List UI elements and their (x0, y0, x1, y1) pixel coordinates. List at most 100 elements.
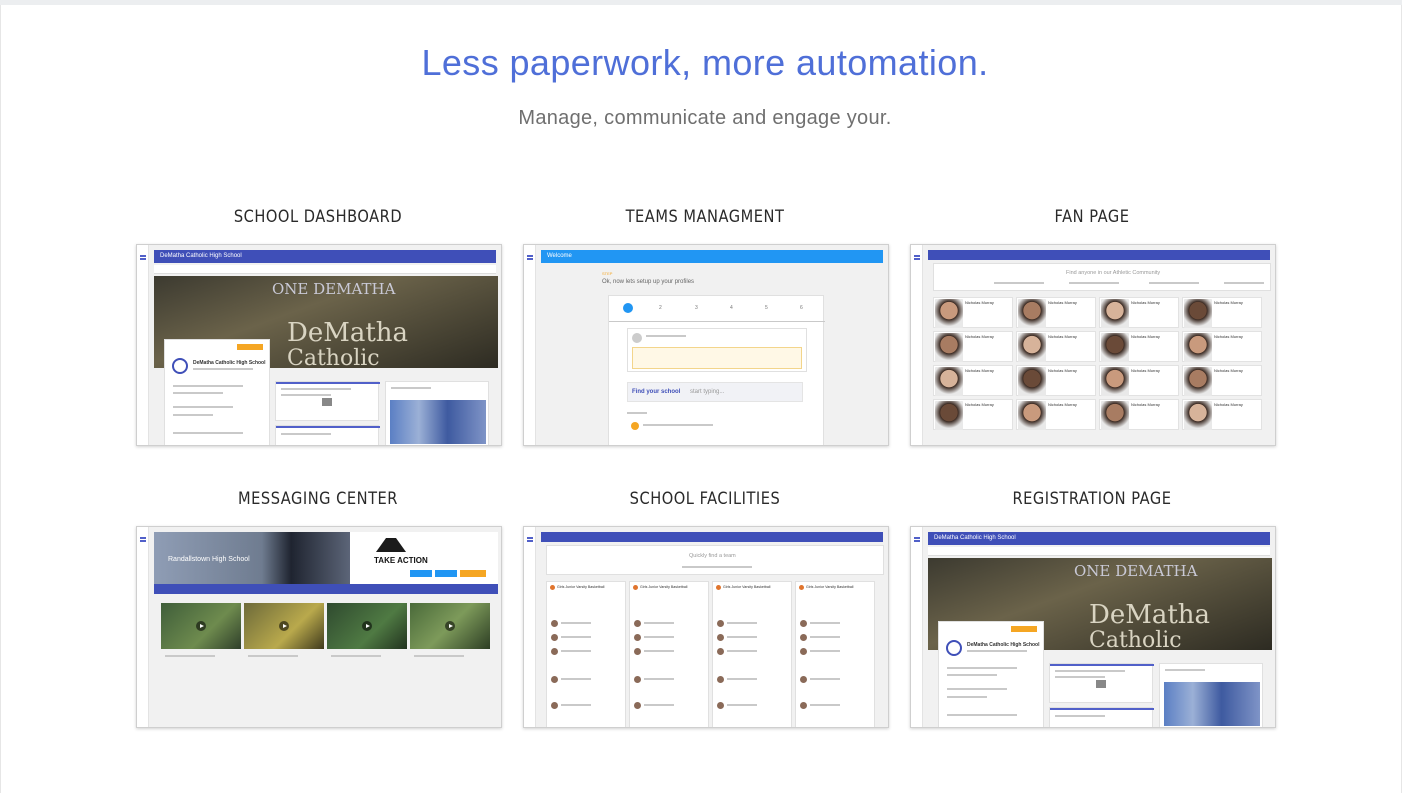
video-thumbnail-3[interactable] (327, 603, 407, 649)
side-rail (137, 245, 149, 445)
fan-search-panel: Find anyone in our Athletic Community (933, 263, 1271, 291)
team-card[interactable]: Girls Junior Varsity Basketball (712, 581, 792, 727)
fan-profile-tile[interactable]: Nicholas Murray (1099, 297, 1179, 328)
school-dashboard-screenshot[interactable]: DeMatha Catholic High School ONE DEMATHA… (136, 244, 502, 446)
fan-avatar (1018, 299, 1046, 328)
app-bar: Welcome (541, 250, 883, 263)
fan-directory-grid: Nicholas Murray Nicholas Murray Nicholas M… (933, 297, 1273, 445)
fan-profile-tile[interactable]: Nicholas Murray (1182, 297, 1262, 328)
fan-profile-tile[interactable]: Nicholas Murray (1182, 331, 1262, 362)
team-card[interactable]: Girls Junior Varsity Basketball (629, 581, 709, 727)
team-name: Girls Junior Varsity Basketball (723, 585, 771, 589)
fan-profile-tile[interactable]: Nicholas Murray (933, 331, 1013, 362)
team-logo-icon (550, 585, 555, 590)
fan-profile-tile[interactable]: Nicholas Murray (1182, 399, 1262, 430)
sign-text-sub: Catholic (1089, 628, 1182, 653)
fan-profile-tile[interactable]: Nicholas Murray (1016, 297, 1096, 328)
card-title-registration-page: REGISTRATION PAGE (1012, 489, 1172, 509)
card-title-school-facilities: SCHOOL FACILITIES (629, 489, 781, 509)
video-thumbnail-1[interactable] (161, 603, 241, 649)
fan-name: Nicholas Murray (1131, 402, 1160, 407)
staff-avatar (634, 634, 641, 641)
profile-setup-wizard: 2 3 4 5 6 Find your school start typing.… (608, 295, 825, 445)
messaging-center-screenshot[interactable]: Randallstown High School TAKE ACTION (136, 526, 502, 728)
staff-avatar (800, 620, 807, 627)
fan-name: Nicholas Murray (965, 334, 994, 339)
sign-text-sub: Catholic (287, 346, 380, 371)
fan-page-screenshot[interactable]: Find anyone in our Athletic Community Ni… (910, 244, 1276, 446)
staff-avatar (634, 676, 641, 683)
nav-row (154, 265, 496, 274)
sponsor-logo-text: TAKE ACTION (374, 556, 428, 565)
staff-avatar (717, 620, 724, 627)
fan-avatar (1018, 401, 1046, 430)
fan-name: Nicholas Murray (1214, 402, 1243, 407)
fan-search-input[interactable]: Find anyone in our Athletic Community (1066, 270, 1160, 276)
sign-text-top: ONE DEMATHA (272, 280, 396, 298)
fan-profile-tile[interactable]: Nicholas Murray (1099, 365, 1179, 396)
staff-avatar (634, 702, 641, 709)
registration-page-screenshot[interactable]: DeMatha Catholic High School ONE DEMATHA… (910, 526, 1276, 728)
fan-profile-tile[interactable]: Nicholas Murray (933, 365, 1013, 396)
school-profile-card: DeMatha Catholic High School (164, 339, 270, 445)
staff-avatar (551, 648, 558, 655)
staff-avatar (634, 648, 641, 655)
fan-profile-tile[interactable]: Nicholas Murray (933, 297, 1013, 328)
staff-avatar (551, 702, 558, 709)
fan-name: Nicholas Murray (1048, 402, 1077, 407)
register-button[interactable] (1011, 626, 1037, 632)
school-profile-card: DeMatha Catholic High School (938, 621, 1044, 727)
profile-form (627, 328, 807, 372)
sign-text-main: DeMatha (287, 318, 409, 348)
school-search-field[interactable]: Find your school start typing... (627, 382, 803, 402)
search-label: Find your school (632, 389, 681, 395)
fan-profile-tile[interactable]: Nicholas Murray (1016, 399, 1096, 430)
school-facilities-screenshot[interactable]: Quickly find a team Girls Junior Varsity… (523, 526, 889, 728)
team-card[interactable]: Girls Junior Varsity Basketball (546, 581, 626, 727)
top-divider (0, 0, 1402, 5)
news-card (1049, 663, 1154, 703)
sponsor-banner: TAKE ACTION (350, 532, 498, 584)
fan-avatar (1101, 333, 1129, 362)
side-rail (137, 527, 149, 727)
fan-profile-tile[interactable]: Nicholas Murray (1016, 331, 1096, 362)
fan-profile-tile[interactable]: Nicholas Murray (933, 399, 1013, 430)
fan-name: Nicholas Murray (1214, 334, 1243, 339)
teams-management-screenshot[interactable]: Welcome STEP Ok, now lets setup up your … (523, 244, 889, 446)
sports-media-card (1159, 663, 1263, 727)
staff-avatar (717, 702, 724, 709)
sponsor-button-2[interactable] (435, 570, 457, 577)
sponsor-button-3[interactable] (460, 570, 486, 577)
welcome-title: Welcome (547, 253, 572, 259)
staff-avatar (800, 676, 807, 683)
fan-name: Nicholas Murray (1048, 368, 1077, 373)
step-label: STEP (602, 271, 613, 276)
follow-button[interactable] (237, 344, 263, 350)
fan-avatar (1101, 401, 1129, 430)
team-logo-icon (633, 585, 638, 590)
team-columns: Girls Junior Varsity Basketball Girls Jun… (546, 581, 886, 727)
fan-avatar (1184, 299, 1212, 328)
staff-avatar (717, 648, 724, 655)
video-thumbnail-2[interactable] (244, 603, 324, 649)
app-bar (928, 250, 1270, 260)
team-name: Girls Junior Varsity Basketball (557, 585, 605, 589)
sports-card (275, 425, 380, 445)
staff-avatar (800, 702, 807, 709)
fan-avatar (935, 299, 963, 328)
team-search-input[interactable]: Quickly find a team (689, 553, 736, 559)
step-1-indicator[interactable] (623, 303, 633, 313)
messaging-nav-tabs[interactable] (154, 584, 498, 594)
fan-profile-tile[interactable]: Nicholas Murray (1182, 365, 1262, 396)
page-headline: Less paperwork, more automation. (421, 42, 989, 83)
school-banner: Randallstown High School (154, 532, 350, 584)
sponsor-button-1[interactable] (410, 570, 432, 577)
team-card[interactable]: Girls Junior Varsity Basketball (795, 581, 875, 727)
video-thumbnail-4[interactable] (410, 603, 490, 649)
card-title-messaging-center: MESSAGING CENTER (238, 489, 398, 509)
fan-name: Nicholas Murray (965, 402, 994, 407)
fan-profile-tile[interactable]: Nicholas Murray (1099, 399, 1179, 430)
fan-profile-tile[interactable]: Nicholas Murray (1099, 331, 1179, 362)
app-title: DeMatha Catholic High School (160, 253, 242, 259)
fan-profile-tile[interactable]: Nicholas Murray (1016, 365, 1096, 396)
